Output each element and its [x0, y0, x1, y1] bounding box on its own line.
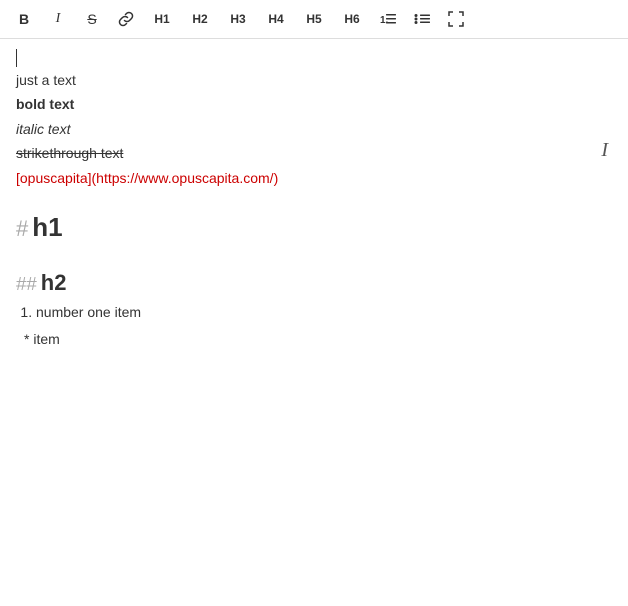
bold-label: B — [19, 11, 29, 27]
h6-label: H6 — [344, 12, 359, 26]
strikethrough-button[interactable]: S — [76, 4, 108, 34]
ordered-item-text: number one item — [36, 304, 141, 320]
svg-text:1.: 1. — [380, 15, 389, 26]
text-line-link: [opuscapita](https://www.opuscapita.com/… — [16, 167, 612, 189]
fullscreen-icon — [448, 11, 464, 27]
bullet-item-text: item — [33, 331, 59, 347]
spacer-1 — [16, 191, 612, 199]
italic-button[interactable]: I — [42, 4, 74, 34]
spacer-2 — [16, 249, 612, 257]
h1-prefix: # — [16, 216, 28, 241]
strike-label: S — [87, 11, 96, 27]
bullet-list-item: item — [24, 328, 612, 350]
h1-button[interactable]: H1 — [144, 4, 180, 34]
bold-text: bold text — [16, 96, 74, 112]
heading-h2: ##h2 — [16, 269, 612, 298]
h1-content: h1 — [32, 212, 62, 242]
h2-button[interactable]: H2 — [182, 4, 218, 34]
italic-text: italic text — [16, 121, 70, 137]
heading-h1: #h1 — [16, 211, 612, 245]
h4-button[interactable]: H4 — [258, 4, 294, 34]
italic-label: I — [56, 11, 61, 27]
ordered-list-item: number one item — [36, 301, 612, 323]
h2-prefix: ## — [16, 273, 37, 294]
text-cursor-icon: I — [601, 139, 608, 162]
link-button[interactable] — [110, 4, 142, 34]
h5-label: H5 — [306, 12, 321, 26]
link-text: [opuscapita](https://www.opuscapita.com/… — [16, 170, 278, 186]
bullet-list: item — [24, 328, 612, 350]
editor-area[interactable]: just a text bold text italic text strike… — [0, 39, 628, 599]
unordered-list-button[interactable] — [406, 4, 438, 34]
cursor-line — [16, 49, 612, 67]
unordered-list-icon — [414, 11, 430, 27]
h3-button[interactable]: H3 — [220, 4, 256, 34]
h3-label: H3 — [230, 12, 245, 26]
fullscreen-button[interactable] — [440, 4, 472, 34]
plain-text: just a text — [16, 72, 76, 88]
h1-label: H1 — [154, 12, 169, 26]
h2-label: H2 — [192, 12, 207, 26]
text-line-strikethrough: strikethrough text — [16, 142, 612, 164]
ordered-list-button[interactable]: 1. — [372, 4, 404, 34]
link-icon — [118, 11, 134, 27]
editor-toolbar: B I S H1 H2 H3 H4 H5 H6 1. — [0, 0, 628, 39]
text-line-bold: bold text — [16, 93, 612, 115]
text-line-italic: italic text — [16, 118, 612, 140]
strikethrough-text: strikethrough text — [16, 145, 123, 161]
h2-content: h2 — [41, 270, 67, 295]
h6-button[interactable]: H6 — [334, 4, 370, 34]
h4-label: H4 — [268, 12, 283, 26]
bold-button[interactable]: B — [8, 4, 40, 34]
ordered-list-icon: 1. — [380, 11, 396, 27]
ordered-list: number one item — [36, 301, 612, 323]
text-line-plain: just a text — [16, 69, 612, 91]
cursor-indicator — [16, 49, 17, 67]
h5-button[interactable]: H5 — [296, 4, 332, 34]
